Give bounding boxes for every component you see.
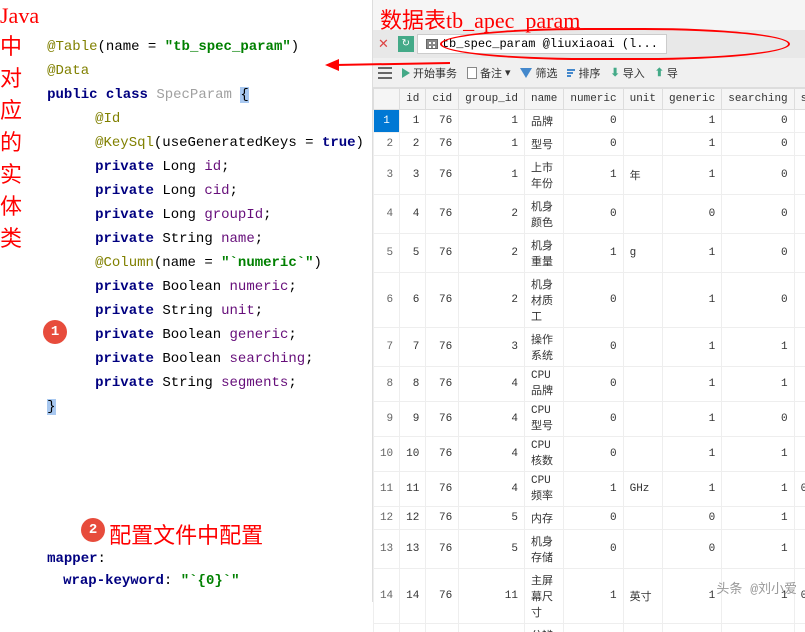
- table-row[interactable]: 33761上市年份1年10: [373, 156, 805, 195]
- data-table: idcidgroup_idnamenumericunitgenericsearc…: [373, 88, 805, 632]
- table-row[interactable]: 77763操作系统011: [373, 328, 805, 367]
- table-row[interactable]: 55762机身重量1g10: [373, 234, 805, 273]
- col-seg[interactable]: seg: [794, 89, 805, 110]
- db-pane: ✕ ↻ tb_spec_param @liuxiaoai (l... 开始事务 …: [372, 0, 805, 602]
- tab-label: tb_spec_param @liuxiaoai (l...: [442, 37, 658, 51]
- import-icon: ⬇: [610, 66, 619, 80]
- export-icon: ⬆: [655, 66, 664, 80]
- sort-button[interactable]: 排序: [567, 65, 600, 81]
- note-button[interactable]: 备注 ▾: [467, 65, 511, 81]
- doc-icon: [467, 67, 477, 79]
- table-icon: [426, 39, 438, 49]
- col-group_id[interactable]: group_id: [459, 89, 525, 110]
- java-code: @Table(name = "tb_spec_param") @Data pub…: [47, 35, 364, 419]
- table-row[interactable]: 44762机身颜色000: [373, 195, 805, 234]
- refresh-icon[interactable]: ↻: [398, 36, 414, 52]
- annotation-id: @Id: [95, 111, 120, 127]
- yaml-config: mapper: wrap-keyword: "`{0}`": [47, 548, 239, 592]
- annotation-column: @Column: [95, 255, 154, 271]
- col-searching[interactable]: searching: [722, 89, 794, 110]
- annotation-data: @Data: [47, 63, 89, 79]
- table-row[interactable]: 11761品牌010: [373, 110, 805, 133]
- title-right: 数据表tb_apec_param: [380, 3, 580, 35]
- annotation-table: @Table: [47, 39, 97, 55]
- filter-icon: [520, 68, 532, 78]
- table-row[interactable]: 66762机身材质工010: [373, 273, 805, 328]
- badge-2: 2: [81, 518, 105, 542]
- sort-icon: [567, 69, 575, 77]
- arrow-annotation: [325, 55, 455, 75]
- import-button[interactable]: ⬇导入: [610, 65, 644, 81]
- config-title: 配置文件中配置: [109, 518, 263, 550]
- watermark: 头条 @刘小爱: [716, 578, 797, 597]
- data-table-wrap[interactable]: idcidgroup_idnamenumericunitgenericsearc…: [373, 88, 805, 632]
- code-pane: @Table(name = "tb_spec_param") @Data pub…: [39, 0, 372, 602]
- col-numeric[interactable]: numeric: [564, 89, 623, 110]
- col-generic[interactable]: generic: [663, 89, 722, 110]
- main-container: Java中对应的实体类 数据表tb_apec_param @Table(name…: [0, 0, 805, 602]
- col-name[interactable]: name: [524, 89, 563, 110]
- badge-1: 1: [43, 320, 67, 344]
- table-row[interactable]: 1111764CPU频率1GHz110-1: [373, 472, 805, 507]
- table-row[interactable]: 88764CPU品牌011: [373, 367, 805, 402]
- table-tab[interactable]: tb_spec_param @liuxiaoai (l...: [417, 34, 667, 54]
- close-icon[interactable]: ✕: [378, 37, 389, 52]
- col-id[interactable]: id: [400, 89, 426, 110]
- filter-button[interactable]: 筛选: [520, 65, 557, 81]
- table-row[interactable]: 1212765内存001: [373, 507, 805, 530]
- col-unit[interactable]: unit: [623, 89, 662, 110]
- table-row[interactable]: 1010764CPU核数011: [373, 437, 805, 472]
- table-row[interactable]: 99764CPU型号010: [373, 402, 805, 437]
- table-row[interactable]: 15157611分辨率010: [373, 624, 805, 632]
- title-left: Java中对应的实体类: [0, 0, 39, 602]
- table-row[interactable]: 1313765机身存储001: [373, 530, 805, 569]
- table-row[interactable]: 22761型号010: [373, 133, 805, 156]
- col-cid[interactable]: cid: [426, 89, 459, 110]
- export-button[interactable]: ⬆导: [655, 65, 678, 81]
